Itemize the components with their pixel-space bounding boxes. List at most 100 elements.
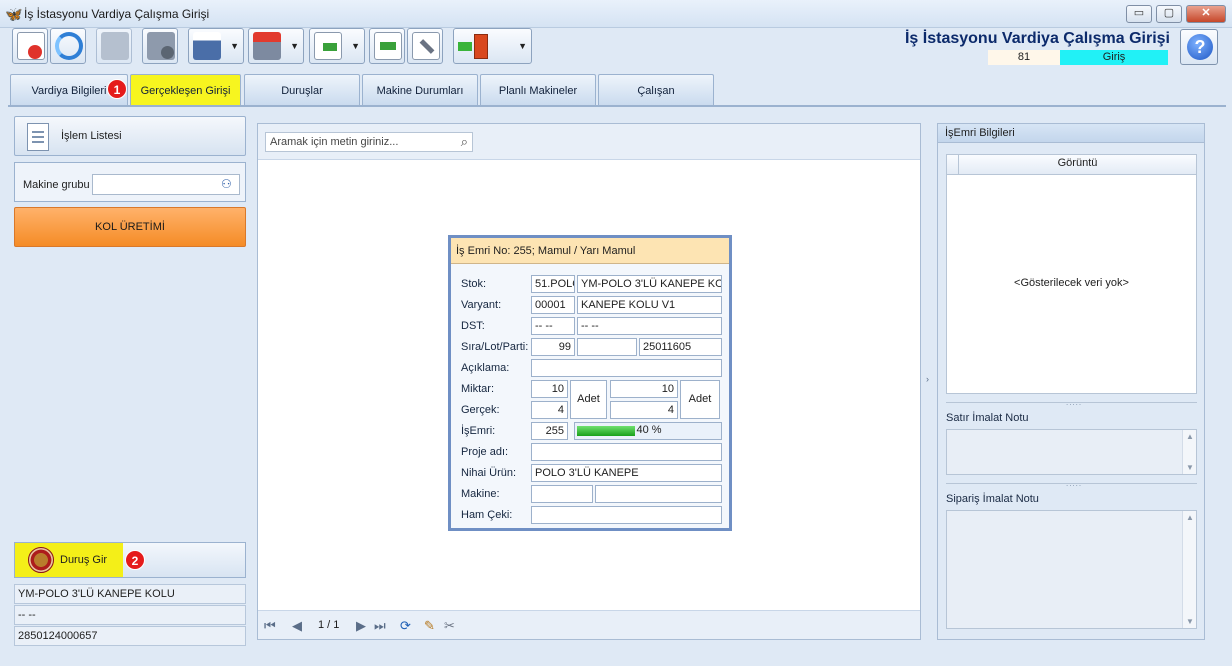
progress-text: 40 %: [636, 424, 662, 436]
first-page-icon[interactable]: ⏮: [264, 618, 276, 634]
back-button[interactable]: [369, 28, 405, 64]
info-barcode: 2850124000657: [14, 626, 246, 646]
work-order-card[interactable]: İş Emri No: 255; Mamul / Yarı Mamul Stok…: [448, 235, 732, 531]
reload-icon[interactable]: ⟳: [400, 618, 411, 634]
progress-bar: 40 %: [574, 422, 722, 440]
prev-page-icon[interactable]: ◀: [292, 618, 302, 634]
pdf-save-button[interactable]: ▼: [248, 28, 304, 64]
proje-field: [531, 443, 722, 461]
isemri-label: İşEmri:: [461, 425, 496, 437]
stok-name-field: YM-POLO 3'LÜ KANEPE KOLU: [577, 275, 722, 293]
nihai-urun-label: Nihai Ürün:: [461, 467, 517, 479]
dst-field-b: -- --: [577, 317, 722, 335]
dst-field-a: -- --: [531, 317, 575, 335]
minimize-button[interactable]: ▭: [1126, 5, 1152, 23]
info-product-name: YM-POLO 3'LÜ KANEPE KOLU: [14, 584, 246, 604]
tab-divider: [8, 105, 1226, 107]
step-badge-2: 2: [125, 550, 145, 570]
varyant-code-field: 00001: [531, 296, 575, 314]
last-page-icon[interactable]: ⏭: [374, 618, 386, 634]
splitter-2[interactable]: .....: [946, 479, 1197, 488]
islem-listesi-label: İşlem Listesi: [61, 130, 122, 142]
makine-field-b: [595, 485, 722, 503]
gercek-label: Gerçek:: [461, 404, 500, 416]
tab-makine-durumlari[interactable]: Makine Durumları: [362, 74, 478, 106]
isemri-field: 255: [531, 422, 568, 440]
image-grid[interactable]: Görüntü <Gösterilecek veri yok>: [946, 154, 1197, 394]
back-arrow-icon: [374, 32, 402, 60]
tools-button[interactable]: [407, 28, 443, 64]
new-document-icon: [17, 32, 45, 60]
scroll-up-icon: ▲: [1186, 432, 1194, 441]
ham-ceki-field: [531, 506, 722, 524]
makine-grubu-input[interactable]: [92, 174, 240, 195]
exit-button[interactable]: ▼: [453, 28, 532, 64]
next-page-icon[interactable]: ▶: [356, 618, 366, 634]
grid-column-goruntu[interactable]: Görüntü: [959, 157, 1196, 169]
nihai-urun-field: POLO 3'LÜ KANEPE: [531, 464, 722, 482]
new-document-button[interactable]: [12, 28, 48, 64]
islem-listesi-button[interactable]: İşlem Listesi: [14, 116, 246, 156]
durus-gir-label: Duruş Gir: [60, 554, 108, 566]
siparis-imalat-notu-label: Sipariş İmalat Notu: [946, 493, 1039, 505]
splitter-1[interactable]: .....: [946, 398, 1197, 407]
tab-planli-makineler[interactable]: Planlı Makineler: [480, 74, 596, 106]
pager: ⏮ ◀ 1 / 1 ▶ ⏭ ⟳ ✎ ✂: [258, 610, 920, 639]
gercek-field-1: 4: [531, 401, 568, 419]
makine-grubu-label: Makine grubu: [23, 179, 90, 191]
aciklama-field: [531, 359, 722, 377]
help-icon: ?: [1187, 34, 1213, 60]
makine-label: Makine:: [461, 488, 500, 500]
scroll-up-icon: ▲: [1186, 513, 1194, 522]
help-button[interactable]: ?: [1180, 29, 1218, 65]
close-button[interactable]: ✕: [1186, 5, 1226, 23]
unit-field-1: Adet: [570, 380, 607, 419]
stok-code-field: 51.POLO: [531, 275, 575, 293]
scrollbar[interactable]: ▲ ▼: [1182, 511, 1196, 628]
network-picker-icon[interactable]: ⚇: [221, 177, 232, 191]
printer-icon: [193, 32, 221, 60]
makine-grubu-row: Makine grubu ⚇: [14, 162, 246, 202]
butterfly-app-icon: 🦋: [5, 6, 23, 22]
tab-calisan[interactable]: Çalışan: [598, 74, 714, 106]
refresh-button[interactable]: [50, 28, 86, 64]
scroll-down-icon: ▼: [1186, 617, 1194, 626]
refresh-icon: [55, 32, 83, 60]
save-delete-button[interactable]: [142, 28, 178, 64]
parti-field: 25011605: [639, 338, 722, 356]
empty-message: <Gösterilecek veri yok>: [1014, 277, 1129, 289]
search-input[interactable]: Aramak için metin giriniz... ⌕: [265, 132, 473, 152]
wrench-icon: [412, 32, 440, 60]
tools-icon[interactable]: ✂: [444, 618, 455, 634]
document-list-icon: [27, 123, 49, 151]
makine-field-a: [531, 485, 593, 503]
chevron-down-icon: ▼: [351, 41, 360, 51]
info-variant: -- --: [14, 605, 246, 625]
tab-gerceklesen-girisi[interactable]: Gerçekleşen Girişi: [130, 74, 241, 106]
pdf-save-icon: [253, 32, 281, 60]
edit-icon[interactable]: ✎: [424, 618, 435, 634]
grid-header: Görüntü: [947, 155, 1196, 175]
page-title: İş İstasyonu Vardiya Çalışma Girişi: [904, 30, 1170, 47]
satir-imalat-notu-field[interactable]: ▲ ▼: [946, 429, 1197, 475]
scrollbar[interactable]: ▲ ▼: [1182, 430, 1196, 474]
print-button[interactable]: ▼: [188, 28, 244, 64]
aciklama-label: Açıklama:: [461, 362, 510, 374]
stop-hand-icon: [28, 547, 54, 573]
export-button[interactable]: ▼: [309, 28, 365, 64]
lot-field: [577, 338, 637, 356]
mode-badge: Giriş: [1060, 50, 1168, 65]
isemri-bilgileri-panel: İşEmri Bilgileri Görüntü <Gösterilecek v…: [937, 123, 1205, 640]
save-check-button[interactable]: [96, 28, 132, 64]
kol-uretimi-button[interactable]: KOL ÜRETİMİ: [14, 207, 246, 247]
search-bar: Aramak için metin giriniz... ⌕: [258, 124, 920, 160]
proje-label: Proje adı:: [461, 446, 509, 458]
chevron-down-icon: ▼: [290, 41, 299, 51]
maximize-button[interactable]: ▢: [1156, 5, 1182, 23]
splitter-handle[interactable]: ›: [926, 374, 929, 384]
chevron-down-icon: ▼: [230, 41, 239, 51]
tab-duruslar[interactable]: Duruşlar: [244, 74, 360, 106]
sira-field: 99: [531, 338, 575, 356]
sira-lot-parti-label: Sıra/Lot/Parti:: [461, 341, 529, 353]
siparis-imalat-notu-field[interactable]: ▲ ▼: [946, 510, 1197, 629]
